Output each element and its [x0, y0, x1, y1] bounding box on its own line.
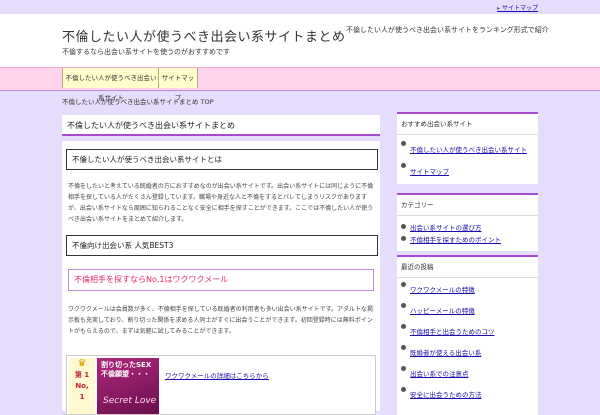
sidebar-link[interactable]: ハッピーメールの特徴: [401, 301, 538, 322]
sidebar-link[interactable]: ワクワクメールの特徴: [401, 280, 538, 301]
rank-label: 第 1 No, 1: [74, 371, 90, 401]
sidebar-link[interactable]: 安全に出会うための方法: [401, 385, 538, 406]
widget-title: 最近の投稿: [397, 255, 538, 278]
widget-recent-posts: 最近の投稿 ワクワクメールの特徴 ハッピーメールの特徴 不倫相手と出会うためのコ…: [397, 255, 538, 415]
site-title[interactable]: 不倫したい人が使うべき出会い系サイトまとめ: [62, 26, 346, 45]
widget-title: おすすめ出会い系サイト: [397, 112, 538, 135]
sidebar-link[interactable]: 不倫したい人が使うべき出会い系サイト: [401, 139, 538, 161]
sidebar-link[interactable]: 不倫相手を探すためのポイント: [401, 234, 538, 246]
no1-paragraph: ワクワクメールは会員数が多く、不倫相手を探している既婚者の利用者も多い出会い系サ…: [68, 306, 373, 335]
banner-title: 割り切ったSEX 不倫願望・・・: [101, 361, 152, 378]
site-description: 不倫するなら出会い系サイトを使うのがおすすめです: [62, 48, 230, 56]
sidebar-link[interactable]: 出会い系での注意点: [401, 364, 538, 385]
header-tagline: 不倫したい人が使うべき出会い系サイトをランキング形式で紹介: [346, 26, 549, 34]
rank-badge: ♛ 第 1 No, 1: [69, 358, 95, 414]
section-heading-intro: 不倫したい人が使うべき出会い系サイトとは: [66, 149, 378, 170]
widget-recommended: おすすめ出会い系サイト 不倫したい人が使うべき出会い系サイト サイトマップ: [397, 112, 538, 184]
sidebar-link[interactable]: サイトマップ: [401, 161, 538, 183]
crown-icon: ♛: [77, 358, 87, 369]
top-bar: サイトマップ: [0, 0, 600, 14]
breadcrumb[interactable]: 不倫したい人が使うべき出会い系サイトまとめ TOP: [62, 96, 214, 106]
site-header: 不倫したい人が使うべき出会い系サイトまとめ 不倫するなら出会い系サイトを使うのが…: [0, 14, 600, 67]
section-heading-no1: 不倫相手を探すならNo,1はワクワクメール: [68, 269, 374, 291]
site-banner-image[interactable]: 割り切ったSEX 不倫願望・・・ Secret Love: [97, 358, 159, 414]
widget-category: カテゴリー 出会い系サイトの選び方 不倫相手を探すためのポイント: [397, 193, 538, 251]
article-body: 不倫したい人が使うべき出会い系サイトとは 不倫をしたいと考えている既婚者の方にお…: [62, 141, 380, 415]
main-content: 不倫したい人が使うべき出会い系サイトまとめ 不倫したい人が使うべき出会い系サイト…: [62, 109, 380, 415]
sitemap-top-link[interactable]: サイトマップ: [497, 3, 538, 12]
sidebar-link[interactable]: 既婚者が使える出会い系: [401, 343, 538, 364]
section-heading-ranking: 不倫向け出会い系 人気BEST3: [66, 235, 378, 256]
ranking-detail-link[interactable]: ワクワクメールの詳細はこちらから: [165, 370, 269, 380]
sidebar-link[interactable]: 出会い系サイトの選び方: [401, 222, 538, 234]
global-nav: 不倫したい人が使うべき出会い系サイト サイトマップ: [0, 67, 600, 102]
intro-paragraph: 不倫をしたいと考えている既婚者の方におすすめなのが出会い系サイトです。出会い系サ…: [68, 183, 374, 223]
ranking-item-1: ♛ 第 1 No, 1 割り切ったSEX 不倫願望・・・ Secret Love…: [66, 355, 376, 415]
banner-script: Secret Love: [103, 396, 157, 406]
nav-item-sitemap[interactable]: サイトマップ: [158, 68, 198, 102]
sidebar-link[interactable]: 不倫相手と出会うためのコツ: [401, 322, 538, 343]
nav-item-home[interactable]: 不倫したい人が使うべき出会い系サイト: [62, 68, 160, 102]
page-title: 不倫したい人が使うべき出会い系サイトまとめ: [62, 115, 380, 136]
widget-title: カテゴリー: [397, 193, 538, 216]
